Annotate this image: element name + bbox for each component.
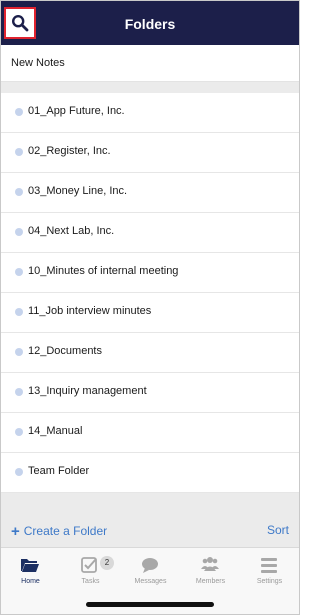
- folder-label: 11_Job interview minutes: [28, 305, 152, 317]
- folder-open-icon: [21, 559, 39, 572]
- folder-dot-icon: [15, 108, 23, 116]
- app-header: Folders: [1, 1, 299, 45]
- folder-dot-icon: [15, 268, 23, 276]
- folder-list: 01_App Future, Inc. 02_Register, Inc. 03…: [1, 93, 299, 493]
- tab-home-label: Home: [21, 578, 40, 585]
- plus-icon: +: [11, 523, 20, 540]
- folder-label: 12_Documents: [28, 345, 102, 357]
- folder-dot-icon: [15, 348, 23, 356]
- tab-tasks[interactable]: 2 Tasks: [61, 556, 120, 590]
- menu-icon: [261, 558, 277, 573]
- tab-members-label: Members: [195, 578, 226, 585]
- folder-label: 02_Register, Inc.: [28, 145, 111, 157]
- page-title: Folders: [124, 16, 176, 32]
- new-notes-item[interactable]: New Notes: [1, 45, 299, 82]
- section-divider: [1, 82, 299, 93]
- tab-settings-label: Settings: [256, 578, 283, 585]
- tasks-count-badge: 2: [100, 556, 114, 570]
- folder-item[interactable]: 03_Money Line, Inc.: [1, 173, 299, 213]
- tab-tasks-label: Tasks: [81, 578, 100, 585]
- sort-button[interactable]: Sort: [267, 523, 289, 537]
- folder-item[interactable]: Team Folder: [1, 453, 299, 493]
- tab-members[interactable]: Members: [181, 556, 240, 590]
- create-folder-button[interactable]: + Create a Folder: [11, 522, 108, 540]
- tab-messages-label: Messages: [134, 578, 167, 585]
- tab-messages[interactable]: Messages: [121, 556, 180, 590]
- folder-item[interactable]: 12_Documents: [1, 333, 299, 373]
- folder-label: 01_App Future, Inc.: [28, 105, 125, 117]
- folder-dot-icon: [15, 228, 23, 236]
- folder-label: 03_Money Line, Inc.: [28, 185, 128, 197]
- tab-settings[interactable]: Settings: [240, 556, 299, 590]
- phone-screen: Folders New Notes 01_App Future, Inc. 02…: [0, 0, 300, 615]
- folder-label: 04_Next Lab, Inc.: [28, 225, 115, 237]
- folder-label: Team Folder: [28, 465, 90, 477]
- folder-action-bar: + Create a Folder Sort: [1, 513, 299, 547]
- people-icon: [201, 557, 219, 571]
- list-footer-space: [1, 493, 299, 513]
- folder-item[interactable]: 11_Job interview minutes: [1, 293, 299, 333]
- folder-item[interactable]: 02_Register, Inc.: [1, 133, 299, 173]
- folder-dot-icon: [15, 468, 23, 476]
- folder-label: 10_Minutes of internal meeting: [28, 265, 179, 277]
- folder-item[interactable]: 10_Minutes of internal meeting: [1, 253, 299, 293]
- folder-item[interactable]: 14_Manual: [1, 413, 299, 453]
- folder-dot-icon: [15, 388, 23, 396]
- folder-item[interactable]: 13_Inquiry management: [1, 373, 299, 413]
- tab-home[interactable]: Home: [1, 556, 60, 590]
- folder-label: 14_Manual: [28, 425, 83, 437]
- folder-item[interactable]: 01_App Future, Inc.: [1, 93, 299, 133]
- folder-dot-icon: [15, 148, 23, 156]
- chat-bubble-icon: [142, 558, 158, 573]
- new-notes-label: New Notes: [11, 57, 65, 69]
- folder-dot-icon: [15, 308, 23, 316]
- checkbox-icon: [81, 557, 97, 573]
- create-folder-label: Create a Folder: [23, 524, 108, 538]
- folder-dot-icon: [15, 188, 23, 196]
- folder-dot-icon: [15, 428, 23, 436]
- home-indicator[interactable]: [86, 602, 214, 607]
- folder-item[interactable]: 04_Next Lab, Inc.: [1, 213, 299, 253]
- folder-label: 13_Inquiry management: [28, 385, 147, 397]
